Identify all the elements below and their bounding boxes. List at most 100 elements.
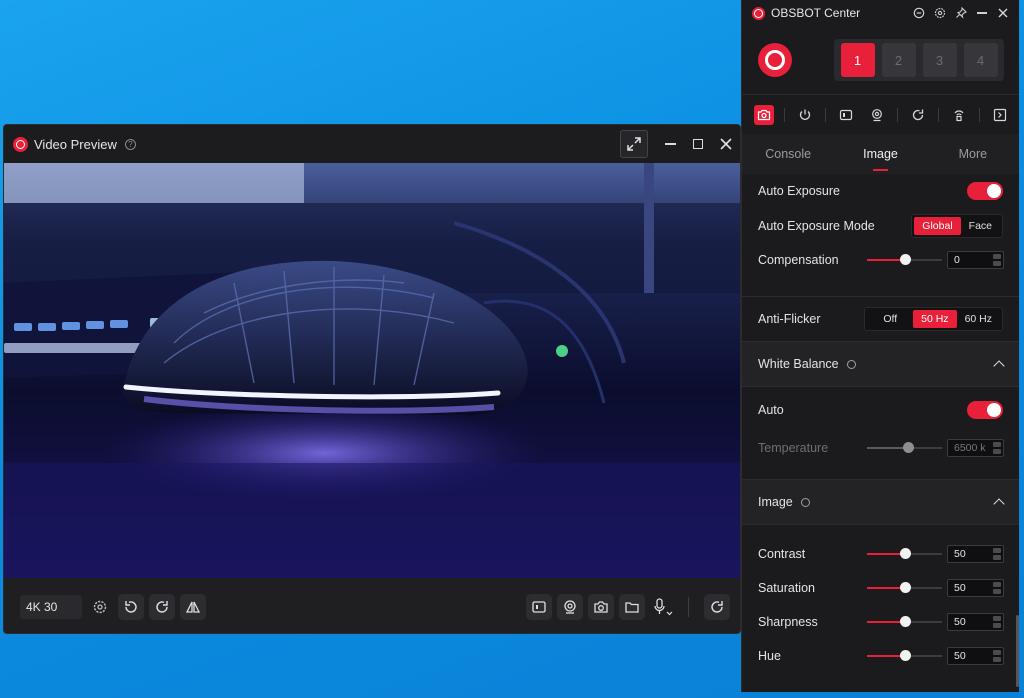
- temperature-slider[interactable]: [867, 442, 942, 453]
- microphone-button[interactable]: [650, 594, 676, 620]
- device-slot-4[interactable]: 4: [963, 43, 998, 77]
- obsbot-center-title: OBSBOT Center: [771, 6, 861, 20]
- wb-auto-toggle[interactable]: [967, 401, 1003, 419]
- sidebar-toggle-icon: [993, 108, 1007, 121]
- stepper-arrows[interactable]: [993, 582, 1001, 594]
- hue-input[interactable]: 50: [947, 647, 1004, 665]
- white-balance-title: White Balance: [758, 357, 839, 371]
- rotate-left-90-button[interactable]: [118, 593, 144, 620]
- device-slot-3[interactable]: 3: [922, 43, 957, 77]
- tab-more[interactable]: More: [927, 147, 1019, 161]
- mode-option-global[interactable]: Global: [914, 217, 961, 235]
- power-icon: [799, 109, 811, 120]
- contrast-slider[interactable]: [867, 548, 942, 559]
- toolbar-divider: [784, 107, 785, 122]
- sharpness-input[interactable]: 50: [947, 613, 1004, 631]
- minimize-icon: [664, 143, 676, 145]
- video-settings-button[interactable]: [87, 594, 113, 620]
- slider-handle[interactable]: [899, 254, 911, 265]
- anti-flicker-off[interactable]: Off: [867, 310, 913, 328]
- reset-view-button[interactable]: [704, 593, 730, 620]
- auto-exposure-toggle[interactable]: [967, 182, 1003, 200]
- open-folder-button[interactable]: [619, 593, 645, 620]
- minimize-button[interactable]: [972, 3, 992, 23]
- device-slot-2[interactable]: 2: [881, 43, 916, 77]
- slider-handle[interactable]: [899, 548, 911, 559]
- reset-gimbal-button[interactable]: [908, 105, 928, 125]
- image-header[interactable]: Image: [742, 479, 1019, 525]
- fullscreen-button[interactable]: [620, 130, 648, 158]
- hue-slider[interactable]: [867, 650, 942, 661]
- mirror-button[interactable]: [180, 593, 206, 620]
- rotate-right-90-button[interactable]: [149, 593, 175, 620]
- close-icon: [998, 8, 1008, 18]
- flip-horizontal-icon: [185, 601, 201, 613]
- saturation-slider[interactable]: [867, 582, 942, 593]
- reset-icon[interactable]: [800, 497, 810, 507]
- device-toolbar: [742, 94, 1019, 134]
- tab-image[interactable]: Image: [834, 147, 926, 161]
- slider-handle[interactable]: [899, 616, 911, 627]
- pin-button[interactable]: [951, 3, 971, 23]
- obsbot-logo-icon: [13, 136, 28, 152]
- settings-tabs: Console Image More: [742, 134, 1019, 174]
- resolution-selector[interactable]: 4K 30: [20, 594, 82, 619]
- minimize-icon: [977, 12, 987, 14]
- settings-button[interactable]: [930, 3, 950, 23]
- stepper-arrows[interactable]: [993, 650, 1001, 662]
- white-balance-header[interactable]: White Balance: [742, 341, 1019, 387]
- video-feed[interactable]: [4, 163, 740, 578]
- collapse-panel-button[interactable]: [990, 105, 1010, 125]
- webcam-mode-button[interactable]: [867, 105, 887, 125]
- exposure-section: Auto Exposure Auto Exposure Mode Global …: [742, 174, 1019, 274]
- toolbar-divider: [688, 596, 689, 617]
- saturation-input[interactable]: 50: [947, 579, 1004, 597]
- maximize-button[interactable]: [684, 130, 712, 158]
- reset-icon[interactable]: [846, 359, 856, 369]
- webcam-button[interactable]: [557, 593, 583, 620]
- image-settings-button[interactable]: [754, 104, 774, 125]
- expand-icon: [627, 137, 641, 151]
- settings-scrollbar[interactable]: [1016, 615, 1019, 687]
- device-slot-1[interactable]: 1: [840, 43, 875, 77]
- anti-flicker-60hz[interactable]: 60 Hz: [957, 310, 1000, 328]
- feedback-button[interactable]: [909, 3, 929, 23]
- power-button[interactable]: [795, 105, 815, 125]
- slider-handle[interactable]: [899, 582, 911, 593]
- stepper-arrows[interactable]: [993, 616, 1001, 628]
- close-icon: [720, 138, 732, 150]
- anti-flicker-selector: Off 50 Hz 60 Hz: [864, 307, 1003, 331]
- snapshot-button[interactable]: [588, 593, 614, 620]
- preview-toggle-button[interactable]: [836, 105, 856, 125]
- sharpness-slider[interactable]: [867, 616, 942, 627]
- toolbar-divider: [825, 107, 826, 122]
- close-button[interactable]: [712, 130, 740, 158]
- tab-console[interactable]: Console: [742, 147, 834, 161]
- stepper-arrows[interactable]: [993, 548, 1001, 560]
- mode-option-face[interactable]: Face: [961, 217, 1000, 235]
- anti-flicker-50hz[interactable]: 50 Hz: [913, 310, 957, 328]
- remote-control-button[interactable]: [949, 105, 969, 125]
- stepper-arrows[interactable]: [993, 442, 1001, 454]
- toolbar-divider: [938, 107, 939, 122]
- auto-exposure-mode-selector: Global Face: [911, 214, 1003, 238]
- anti-flicker-row: Anti-Flicker Off 50 Hz 60 Hz: [742, 297, 1019, 341]
- sharpness-row: Sharpness 50: [742, 605, 1019, 639]
- temperature-input[interactable]: 6500 k: [947, 439, 1004, 457]
- chevron-up-icon[interactable]: [993, 360, 1005, 372]
- folder-icon: [625, 601, 639, 613]
- chevron-up-icon[interactable]: [993, 498, 1005, 510]
- slider-handle[interactable]: [899, 650, 911, 661]
- compensation-input[interactable]: 0: [947, 251, 1004, 269]
- help-icon[interactable]: ?: [124, 138, 136, 150]
- webcam-icon: [564, 599, 576, 614]
- record-button[interactable]: [526, 593, 552, 620]
- stepper-arrows[interactable]: [993, 254, 1001, 266]
- close-button[interactable]: [993, 3, 1013, 23]
- compensation-slider[interactable]: [867, 254, 942, 265]
- contrast-input[interactable]: 50: [947, 545, 1004, 563]
- video-preview-titlebar[interactable]: Video Preview ?: [4, 125, 740, 163]
- minimize-button[interactable]: [656, 130, 684, 158]
- obsbot-center-titlebar[interactable]: OBSBOT Center: [742, 0, 1019, 26]
- device-slot-group: 1 2 3 4: [834, 39, 1004, 81]
